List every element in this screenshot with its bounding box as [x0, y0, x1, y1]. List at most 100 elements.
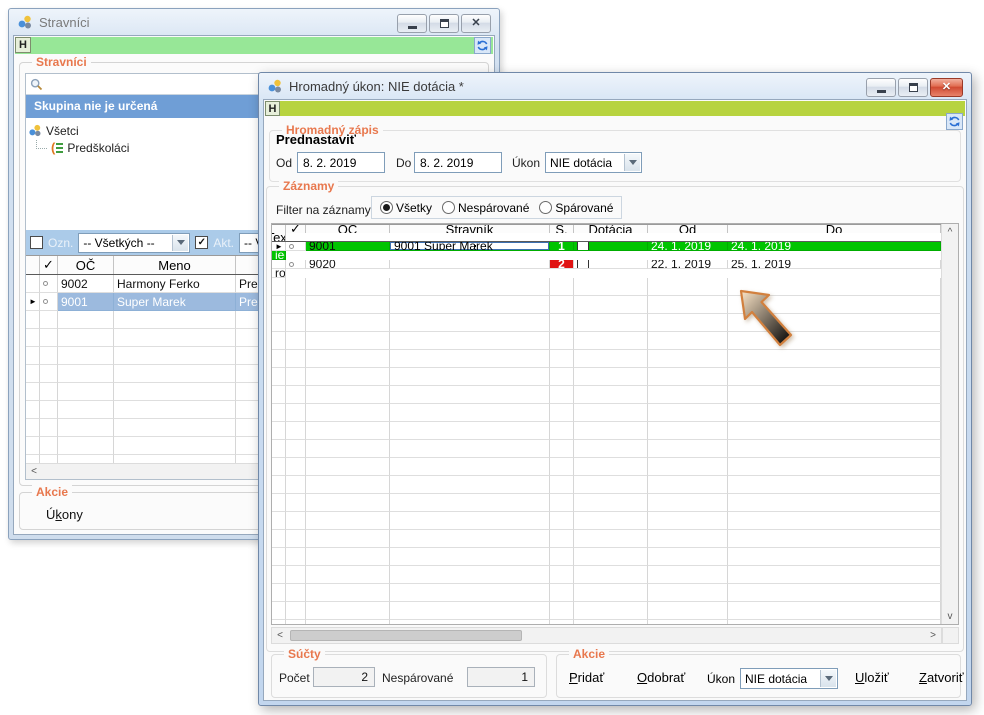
empty-cell: [648, 296, 728, 314]
column-header[interactable]: OČ: [58, 256, 114, 274]
oc-cell: 9020: [306, 260, 390, 269]
empty-cell: [272, 350, 286, 368]
empty-table-row[interactable]: [272, 422, 941, 440]
empty-cell: [728, 512, 941, 530]
minimize-icon: [877, 90, 886, 93]
ukony-button[interactable]: Úkony: [46, 507, 83, 522]
minimize-button[interactable]: [866, 78, 896, 97]
empty-table-row[interactable]: [272, 566, 941, 584]
empty-table-row[interactable]: [272, 548, 941, 566]
empty-table-row[interactable]: [272, 458, 941, 476]
table-row[interactable]: ►90019001 Super Marek124. 1. 201924. 1. …: [272, 242, 941, 260]
hotkey-h-button[interactable]: H: [15, 37, 31, 53]
odobrat-button[interactable]: Odobrať: [637, 670, 685, 685]
akt-checkbox[interactable]: ✓: [195, 236, 208, 249]
refresh-button[interactable]: [474, 37, 491, 54]
stravnik-cell: [390, 260, 550, 269]
zatvorit-button[interactable]: Zatvoriť: [919, 670, 964, 685]
minimize-button[interactable]: [397, 14, 427, 33]
empty-cell: [306, 512, 390, 530]
refresh-button[interactable]: [946, 113, 963, 130]
scroll-right-icon[interactable]: >: [925, 628, 941, 643]
empty-cell: [306, 584, 390, 602]
maximize-button[interactable]: [898, 78, 928, 97]
empty-cell: [550, 404, 574, 422]
scrollbar-thumb[interactable]: [290, 630, 522, 641]
checkmark-column-header[interactable]: ✓: [286, 225, 306, 233]
vertical-scrollbar[interactable]: ^ v: [941, 224, 958, 624]
group-label: Záznamy: [279, 179, 338, 193]
radio-nesparovane[interactable]: Nespárované: [442, 201, 529, 215]
empty-table-row[interactable]: [272, 620, 941, 624]
empty-table-row[interactable]: [272, 602, 941, 620]
stravnik-edit-input[interactable]: 9001 Super Marek: [390, 242, 549, 250]
column-header[interactable]: Dotácia: [574, 225, 648, 233]
empty-cell: [286, 566, 306, 584]
empty-table-row[interactable]: [272, 314, 941, 332]
window-titlebar[interactable]: Stravníci ✕: [9, 9, 499, 35]
empty-table-row[interactable]: [272, 530, 941, 548]
empty-cell: [40, 365, 58, 383]
row-selector-cell: ►: [272, 242, 286, 251]
empty-table-row[interactable]: [272, 584, 941, 602]
empty-table-row[interactable]: [272, 332, 941, 350]
empty-table-row[interactable]: [272, 296, 941, 314]
empty-table-row[interactable]: [272, 404, 941, 422]
dotacia-checkbox[interactable]: [577, 242, 589, 251]
empty-cell: [306, 458, 390, 476]
radio-vsetky[interactable]: Všetky: [380, 201, 432, 215]
empty-cell: [306, 530, 390, 548]
ukon-dropdown[interactable]: NIE dotácia: [740, 668, 838, 689]
horizontal-scrollbar[interactable]: < >: [271, 627, 942, 644]
scroll-left-icon[interactable]: <: [272, 628, 288, 643]
column-header[interactable]: OČ: [306, 225, 390, 233]
table-header-row: ✓OČStravníkS.DotáciaOdDo Text: [272, 224, 941, 242]
close-button[interactable]: ✕: [461, 14, 491, 33]
hromadny-ukon-window: Hromadný úkon: NIE dotácia * ✕ H Hromadn…: [258, 72, 972, 706]
empty-cell: [550, 530, 574, 548]
empty-table-row[interactable]: [272, 368, 941, 386]
radio-sparovane[interactable]: Spárované: [539, 201, 613, 215]
do-date-input[interactable]: 8. 2. 2019: [414, 152, 502, 173]
column-header[interactable]: [272, 225, 286, 233]
empty-table-row[interactable]: [272, 278, 941, 296]
dotacia-checkbox[interactable]: [577, 260, 589, 269]
checkmark-column-header[interactable]: ✓: [40, 256, 58, 274]
hotkey-h-button[interactable]: H: [265, 101, 280, 116]
ukon-dropdown[interactable]: NIE dotácia: [545, 152, 642, 173]
close-button[interactable]: ✕: [930, 78, 963, 97]
ulozit-button[interactable]: Uložiť: [855, 670, 889, 685]
empty-table-row[interactable]: [272, 350, 941, 368]
column-header[interactable]: S.: [550, 225, 574, 233]
ozn-checkbox[interactable]: [30, 236, 43, 249]
empty-cell: [26, 365, 40, 383]
window-titlebar[interactable]: Hromadný úkon: NIE dotácia * ✕: [259, 73, 971, 99]
pridat-button[interactable]: Pridať: [569, 670, 604, 685]
table-row[interactable]: 9020222. 1. 201925. 1. 2019rozsah dní: [272, 260, 941, 278]
empty-table-row[interactable]: [272, 440, 941, 458]
column-header[interactable]: Meno: [114, 256, 236, 274]
column-header[interactable]: Text: [272, 233, 286, 241]
scroll-up-icon[interactable]: ^: [942, 224, 958, 240]
empty-cell: [728, 440, 941, 458]
maximize-button[interactable]: [429, 14, 459, 33]
empty-table-row[interactable]: [272, 476, 941, 494]
marked-filter-dropdown[interactable]: -- Všetkých --: [78, 233, 190, 253]
empty-table-row[interactable]: [272, 494, 941, 512]
empty-cell: [26, 311, 40, 329]
empty-table-row[interactable]: [272, 386, 941, 404]
scroll-left-icon[interactable]: <: [26, 464, 42, 479]
od-date-input[interactable]: 8. 2. 2019: [297, 152, 385, 173]
empty-cell: [58, 401, 114, 419]
column-header[interactable]: Stravník: [390, 225, 550, 233]
empty-cell: [26, 419, 40, 437]
column-header[interactable]: Do: [728, 225, 941, 233]
scroll-down-icon[interactable]: v: [942, 608, 958, 624]
empty-table-row[interactable]: [272, 512, 941, 530]
group-label: Akcie: [569, 647, 609, 661]
empty-cell: [58, 347, 114, 365]
column-header[interactable]: Od: [648, 225, 728, 233]
column-header[interactable]: [26, 256, 40, 274]
empty-cell: [574, 602, 648, 620]
maximize-icon: [440, 19, 449, 28]
